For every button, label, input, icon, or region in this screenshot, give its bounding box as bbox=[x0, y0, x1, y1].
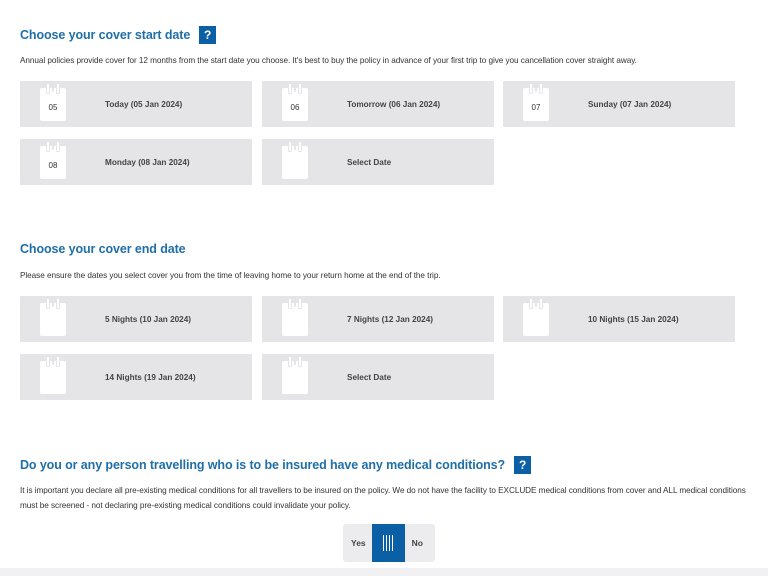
calendar-icon bbox=[523, 297, 549, 336]
end-option-label: 14 Nights (19 Jan 2024) bbox=[105, 372, 196, 382]
end-option-label: Select Date bbox=[347, 372, 392, 382]
start-option-tomorrow[interactable]: 06 Tomorrow (06 Jan 2024) bbox=[262, 81, 494, 127]
end-option-label: 5 Nights (10 Jan 2024) bbox=[105, 314, 192, 324]
start-date-description: Annual policies provide cover for 12 mon… bbox=[20, 56, 637, 65]
calendar-icon: 07 bbox=[523, 82, 549, 121]
calendar-icon bbox=[282, 355, 308, 394]
calendar-icon: 08 bbox=[40, 140, 66, 179]
start-date-heading: Choose your cover start date ? bbox=[20, 26, 217, 44]
end-date-title: Choose your cover end date bbox=[20, 242, 186, 256]
end-option-10-nights[interactable]: 10 Nights (15 Jan 2024) bbox=[503, 296, 735, 342]
start-option-monday[interactable]: 08 Monday (08 Jan 2024) bbox=[20, 139, 252, 185]
calendar-icon bbox=[282, 140, 308, 179]
calendar-day: 07 bbox=[531, 102, 541, 112]
calendar-day: 05 bbox=[48, 102, 58, 112]
medical-description-line-1: It is important you declare all pre-exis… bbox=[20, 486, 746, 495]
start-option-today[interactable]: 05 Today (05 Jan 2024) bbox=[20, 81, 252, 127]
toggle-no-option[interactable]: No bbox=[412, 538, 423, 548]
calendar-day: 06 bbox=[290, 102, 300, 112]
start-option-select-date[interactable]: Select Date bbox=[262, 139, 494, 185]
calendar-icon bbox=[40, 297, 66, 336]
calendar-icon: 06 bbox=[282, 82, 308, 121]
start-option-label: Monday (08 Jan 2024) bbox=[105, 157, 190, 167]
end-option-label: 10 Nights (15 Jan 2024) bbox=[588, 314, 679, 324]
toggle-yes-option[interactable]: Yes bbox=[351, 538, 366, 548]
end-date-heading: Choose your cover end date bbox=[20, 242, 186, 256]
medical-help-icon[interactable]: ? bbox=[514, 456, 532, 474]
calendar-icon bbox=[40, 355, 66, 394]
end-option-14-nights[interactable]: 14 Nights (19 Jan 2024) bbox=[20, 354, 252, 400]
calendar-icon bbox=[282, 297, 308, 336]
start-date-help-icon[interactable]: ? bbox=[199, 26, 217, 44]
calendar-day: 08 bbox=[48, 160, 58, 170]
start-option-label: Today (05 Jan 2024) bbox=[105, 99, 183, 109]
end-option-7-nights[interactable]: 7 Nights (12 Jan 2024) bbox=[262, 296, 494, 342]
start-date-title: Choose your cover start date bbox=[20, 28, 191, 42]
start-option-sunday[interactable]: 07 Sunday (07 Jan 2024) bbox=[503, 81, 735, 127]
medical-title: Do you or any person travelling who is t… bbox=[20, 458, 506, 472]
page-bottom-bar bbox=[0, 568, 768, 576]
medical-heading: Do you or any person travelling who is t… bbox=[20, 456, 532, 474]
start-option-label: Select Date bbox=[347, 157, 392, 167]
drag-handle-icon[interactable] bbox=[371, 524, 405, 562]
end-option-label: 7 Nights (12 Jan 2024) bbox=[347, 314, 434, 324]
end-option-select-date[interactable]: Select Date bbox=[262, 354, 494, 400]
start-option-label: Tomorrow (06 Jan 2024) bbox=[347, 99, 441, 109]
medical-description-line-2: must be screened - not declaring pre-exi… bbox=[20, 501, 351, 510]
calendar-icon: 05 bbox=[40, 82, 66, 121]
start-option-label: Sunday (07 Jan 2024) bbox=[588, 99, 672, 109]
end-date-description: Please ensure the dates you select cover… bbox=[20, 271, 441, 280]
medical-conditions-toggle[interactable]: Yes No bbox=[343, 524, 435, 562]
end-option-5-nights[interactable]: 5 Nights (10 Jan 2024) bbox=[20, 296, 252, 342]
